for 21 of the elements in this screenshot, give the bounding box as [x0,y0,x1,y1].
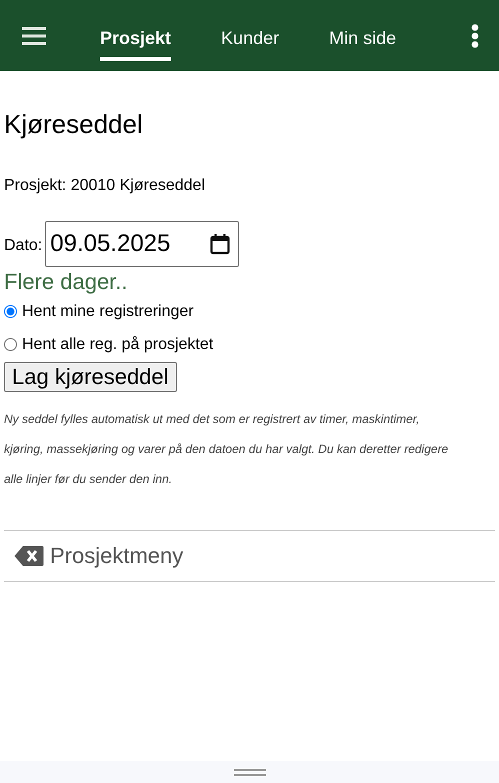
create-button[interactable]: Lag kjøreseddel [4,362,177,392]
radio-button[interactable] [4,305,17,318]
page-title: Kjøreseddel [4,109,144,139]
project-menu-bar[interactable]: Prosjektmeny [4,530,495,582]
backspace-icon[interactable] [14,545,44,567]
nav-tab[interactable]: Kunder [221,20,280,61]
more-days-link[interactable]: Flere dager.. [4,269,495,295]
menu-icon[interactable] [22,26,46,44]
radio-button[interactable] [4,338,17,351]
more-icon[interactable] [471,24,479,48]
project-menu-label: Prosjektmeny [50,543,184,569]
radio-label: Hent mine registreringer [22,302,194,320]
nav-tab[interactable]: Prosjekt [100,20,172,61]
drag-handle-icon[interactable] [234,768,266,776]
project-label: Prosjekt: 20010 Kjøreseddel [4,177,206,195]
nav-tab[interactable]: Min side [329,20,396,61]
calendar-icon[interactable] [210,233,230,255]
date-field[interactable]: 09.05.2025 [45,221,240,267]
info-text: Ny seddel fylles automatisk ut med det som er registrert av timer, maskintimer, kjøring, massekjøring og varer på den datoen du har valgt. Du kan deretter redigere alle linjer før du sender den inn. [4,411,450,488]
radio-label: Hent alle reg. på prosjektet [22,336,214,354]
date-label: Dato: [4,237,42,255]
